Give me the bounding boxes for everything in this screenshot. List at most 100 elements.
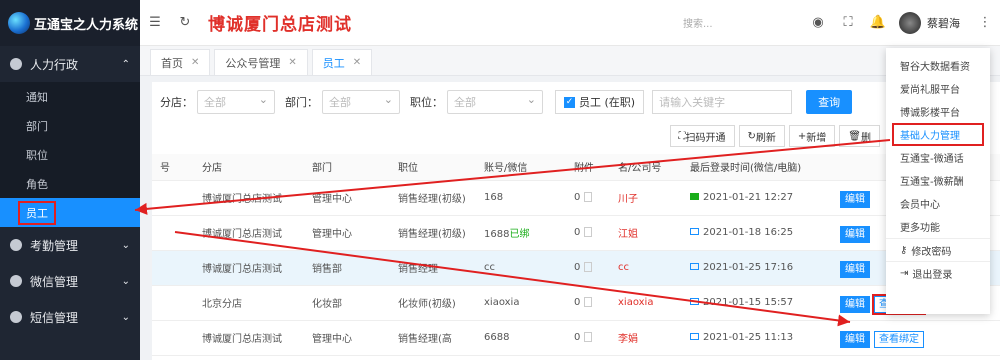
- menu-item-member[interactable]: 会员中心: [886, 192, 990, 215]
- menu-group-label: 短信管理: [30, 310, 79, 325]
- attach-stepper[interactable]: [584, 227, 593, 237]
- menu-item-logout[interactable]: ⇥ 退出登录: [886, 261, 990, 284]
- cell-account: 6688: [476, 320, 566, 356]
- cell-login: 2021-01-18 16:25: [682, 215, 832, 251]
- edit-button[interactable]: 编辑: [840, 226, 870, 243]
- col-account: 账号/微信: [476, 154, 566, 181]
- menu-group-sms[interactable]: 短信管理 ⌄: [0, 299, 140, 335]
- tab-official-account[interactable]: 公众号管理 ✕: [214, 49, 308, 75]
- dept-select[interactable]: 全部: [322, 90, 400, 114]
- tab-bar: 首页 ✕ 公众号管理 ✕ 员工 ✕: [140, 46, 1000, 76]
- edit-button[interactable]: 编辑: [840, 331, 870, 348]
- cell-dept: 销售部: [304, 250, 390, 286]
- attach-stepper[interactable]: [584, 332, 593, 342]
- cell-name[interactable]: xiaoxia: [610, 285, 682, 321]
- close-icon[interactable]: ✕: [288, 57, 296, 68]
- sidebar-item-notice[interactable]: 通知: [0, 82, 140, 111]
- search-input[interactable]: 搜索...: [683, 15, 803, 30]
- close-icon[interactable]: ✕: [353, 57, 361, 68]
- login-time: 2021-01-21 12:27: [703, 192, 794, 203]
- position-select[interactable]: 全部: [447, 90, 543, 114]
- sidebar-item-position[interactable]: 职位: [0, 140, 140, 169]
- logout-icon: ⇥: [900, 267, 909, 279]
- monitor-icon: [690, 228, 699, 235]
- cell-branch: 博诚厦门总店测试: [194, 215, 304, 251]
- edit-button[interactable]: 编辑: [840, 191, 870, 208]
- add-label: 新增: [806, 132, 827, 144]
- menu-item-hr[interactable]: 基础人力管理: [892, 123, 984, 146]
- sidebar-item-role[interactable]: 角色: [0, 169, 140, 198]
- cell-no: [152, 285, 194, 321]
- user-name[interactable]: 蔡碧海: [927, 15, 960, 31]
- cell-attach: 0: [566, 285, 610, 321]
- menu-item-bigdata[interactable]: 智谷大数据看资: [886, 54, 990, 77]
- branch-select[interactable]: 全部: [197, 90, 275, 114]
- col-no: 号: [152, 154, 194, 181]
- attach-stepper[interactable]: [584, 262, 593, 272]
- edit-button[interactable]: 编辑: [840, 296, 870, 313]
- menu-item-password[interactable]: ⚷ 修改密码: [886, 238, 990, 261]
- menu-item-call[interactable]: 互通宝-微通话: [886, 146, 990, 169]
- menu-group-wechat[interactable]: 微信管理 ⌄: [0, 263, 140, 299]
- scan-label: 扫码开通: [685, 132, 726, 144]
- cell-name[interactable]: 川子: [610, 180, 682, 216]
- check-icon: ✓: [564, 96, 575, 108]
- chevron-up-icon: ⌃: [121, 58, 130, 70]
- menu-item-studio[interactable]: 博诚影楼平台: [886, 100, 990, 123]
- tab-home[interactable]: 首页 ✕: [150, 49, 211, 75]
- monitor-icon: [690, 298, 699, 305]
- refresh-button[interactable]: ↻ 刷新: [738, 125, 785, 147]
- account-text: cc: [484, 262, 495, 273]
- employed-checkbox[interactable]: ✓ 员工 (在职): [555, 90, 645, 114]
- menu-toggle-icon[interactable]: ☰: [140, 15, 170, 30]
- refresh-icon[interactable]: ↻: [170, 15, 200, 30]
- cell-branch: 博诚厦门总店测试: [194, 320, 304, 356]
- attach-stepper[interactable]: [584, 297, 593, 307]
- cell-name[interactable]: 李娟: [610, 320, 682, 356]
- login-time: 2021-01-18 16:25: [703, 227, 794, 238]
- sidebar-item-employee[interactable]: 员工: [0, 198, 140, 227]
- cell-no: [152, 180, 194, 216]
- target-icon[interactable]: ◉: [803, 15, 833, 30]
- bell-icon[interactable]: 🔔: [863, 15, 893, 30]
- sidebar-item-department[interactable]: 部门: [0, 111, 140, 140]
- menu-item-more[interactable]: 更多功能: [886, 215, 990, 238]
- cell-name[interactable]: cc: [610, 250, 682, 286]
- delete-button[interactable]: 🗑 删: [839, 125, 880, 147]
- query-button[interactable]: 查询: [806, 90, 853, 114]
- account-text: 1688: [484, 229, 510, 240]
- tab-label: 员工: [322, 56, 345, 70]
- bound-badge: 已绑: [509, 229, 530, 240]
- page-title: 博诚厦门总店测试: [208, 15, 352, 35]
- menu-item-salary[interactable]: 互通宝-微薪酬: [886, 169, 990, 192]
- keyword-input[interactable]: 请输入关键字: [652, 90, 793, 114]
- add-button[interactable]: + 新增: [788, 125, 836, 147]
- attach-stepper[interactable]: [584, 192, 593, 202]
- menu-group-hr[interactable]: 人力行政 ⌃: [0, 46, 140, 82]
- attach-count: 0: [574, 262, 581, 273]
- menu-item-dress[interactable]: 爱尚礼服平台: [886, 77, 990, 100]
- scan-button[interactable]: ⛶ 扫码开通: [669, 125, 735, 147]
- app-logo: 互通宝之人力系统: [0, 0, 140, 46]
- menu-group-attendance[interactable]: 考勤管理 ⌄: [0, 227, 140, 263]
- tab-employee[interactable]: 员工 ✕: [311, 49, 373, 75]
- account-text: 168: [484, 192, 504, 203]
- attach-count: 0: [574, 297, 581, 308]
- cell-login: 2021-01-25 11:13: [682, 320, 832, 356]
- edit-button[interactable]: 编辑: [840, 261, 870, 278]
- cell-account: xiaoxia: [476, 285, 566, 321]
- cell-position: 销售经理(初级): [390, 180, 476, 216]
- menu-item-label: 退出登录: [912, 269, 953, 281]
- cell-position: 销售经理: [390, 250, 476, 286]
- fullscreen-icon[interactable]: ⛶: [833, 15, 863, 30]
- cell-login: 2021-01-21 12:27: [682, 180, 832, 216]
- close-icon[interactable]: ✕: [191, 57, 199, 68]
- view-bind-button[interactable]: 查看绑定: [874, 331, 924, 348]
- monitor-icon: [690, 333, 699, 340]
- more-icon[interactable]: ⋮: [970, 15, 1000, 30]
- avatar[interactable]: [899, 11, 921, 34]
- cell-attach: 0: [566, 215, 610, 251]
- login-time: 2021-01-15 15:57: [703, 297, 794, 308]
- cell-name[interactable]: 江姐: [610, 215, 682, 251]
- table-row: 北京分店 化妆部 化妆师(初级) xiaoxia 0 xiaoxia 2021-01-15 …: [152, 285, 1000, 321]
